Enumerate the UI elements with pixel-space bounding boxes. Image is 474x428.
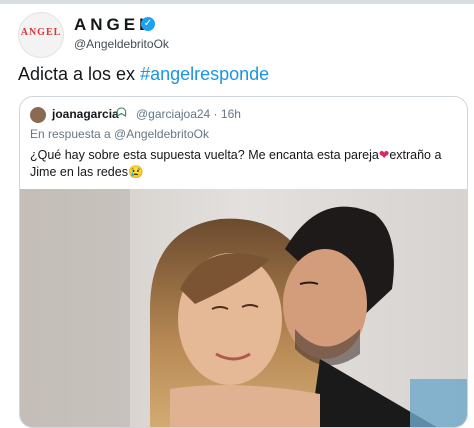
quoted-handle-time: @garciajoa24 · 16h xyxy=(136,107,241,121)
quoted-author-avatar xyxy=(30,107,46,123)
tweet-text-prefix: Adicta a los ex xyxy=(18,64,141,84)
tweet-text: Adicta a los ex #angelresponde xyxy=(18,64,269,85)
heart-emoji: ❤ xyxy=(378,148,390,162)
quoted-text-part1: ¿Qué hay sobre esta supuesta vuelta? Me … xyxy=(30,148,379,162)
quoted-author-name: joanagarcia xyxy=(52,107,119,121)
crying-emoji: 😢 xyxy=(127,165,144,179)
top-border xyxy=(0,0,474,4)
tweet-header: ANGEL ANGEL ✓ @AngeldebritoOk xyxy=(18,12,458,62)
quoted-tweet-text: ¿Qué hay sobre esta supuesta vuelta? Me … xyxy=(30,147,458,181)
avatar-logo-text: ANGEL xyxy=(20,27,62,38)
hashtag-link[interactable]: #angelresponde xyxy=(140,64,269,84)
reply-to-label: En respuesta a @AngeldebritoOk xyxy=(30,127,209,141)
verified-icon: ✓ xyxy=(141,17,155,31)
author-handle[interactable]: @AngeldebritoOk xyxy=(74,37,169,51)
quoted-tweet-card[interactable]: joanagarcia ᗣ @garciajoa24 · 16h En resp… xyxy=(19,96,468,428)
quoted-name-emoji: ᗣ xyxy=(116,105,127,120)
author-avatar[interactable]: ANGEL xyxy=(18,12,64,58)
couple-photo-illustration xyxy=(20,189,467,427)
tweet-photo[interactable] xyxy=(20,189,467,427)
